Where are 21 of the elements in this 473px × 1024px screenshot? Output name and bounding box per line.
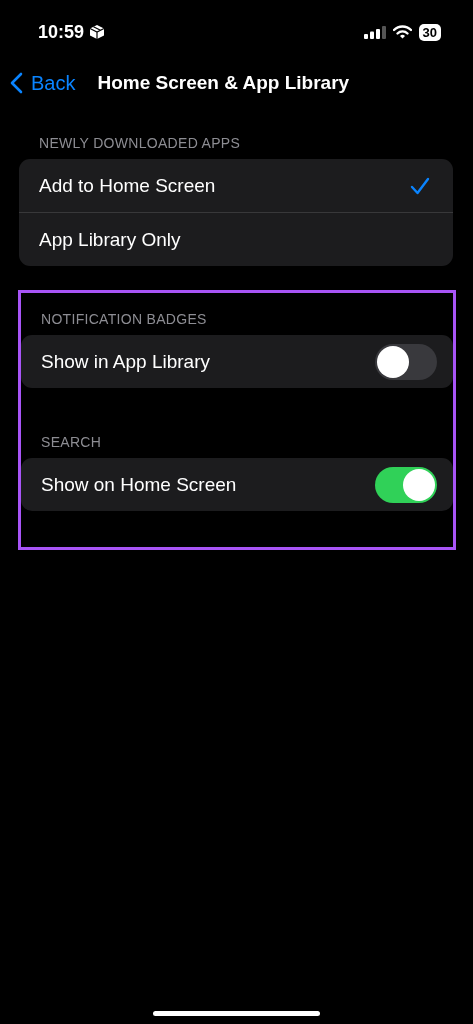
settings-row[interactable]: Show in App Library <box>21 335 453 388</box>
settings-row[interactable]: App Library Only <box>19 212 453 266</box>
settings-row[interactable]: Show on Home Screen <box>21 458 453 511</box>
row-label: Add to Home Screen <box>39 174 216 197</box>
row-label: Show on Home Screen <box>41 473 237 496</box>
section-header: SEARCH <box>40 434 103 450</box>
clock-time: 10:59 <box>38 21 85 43</box>
chevron-left-icon <box>10 72 23 94</box>
wifi-icon <box>392 25 412 39</box>
back-button[interactable]: Back <box>10 71 76 95</box>
signal-icon <box>363 25 386 39</box>
settings-row[interactable]: Add to Home Screen <box>19 159 453 212</box>
package-icon <box>89 24 106 40</box>
toggle-switch[interactable] <box>375 466 437 503</box>
section-header: NOTIFICATION BADGES <box>40 311 208 327</box>
battery-indicator: 30 <box>418 23 441 41</box>
section-header: NEWLY DOWNLOADED APPS <box>38 135 242 151</box>
row-label: App Library Only <box>39 228 181 251</box>
row-label: Show in App Library <box>41 350 210 373</box>
toggle-switch[interactable] <box>375 343 437 380</box>
screen-title: Home Screen & App Library <box>97 72 350 94</box>
